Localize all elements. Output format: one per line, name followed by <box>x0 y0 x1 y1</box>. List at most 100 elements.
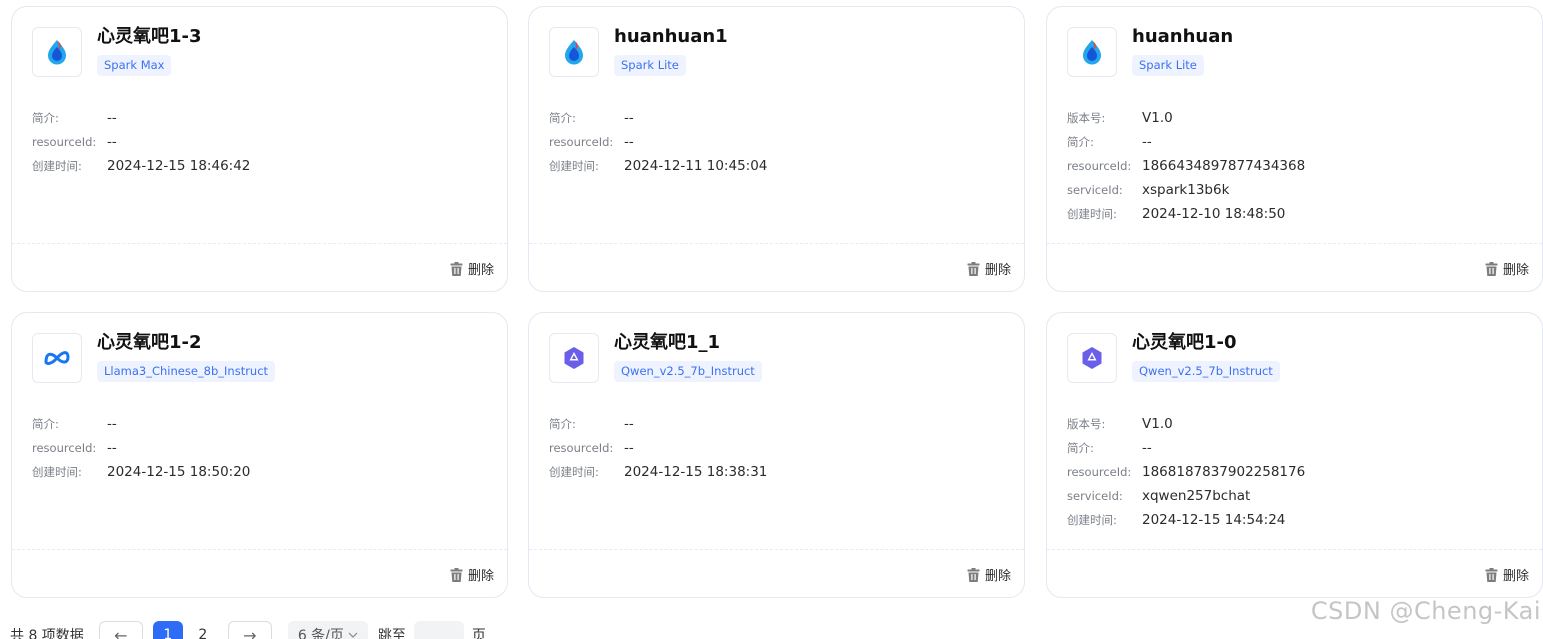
page-suffix: 页 <box>471 628 486 639</box>
model-card[interactable]: huanhuan1 Spark Lite 简介: -- resourceId: -- 创建时… <box>528 6 1025 292</box>
model-card[interactable]: 心灵氧吧1-2 Llama3_Chinese_8b_Instruct 简介: -- re… <box>11 312 508 598</box>
card-divider <box>529 243 1024 244</box>
card-info: 版本号: V1.0 简介: -- resourceId: 1868187837902258… <box>1067 412 1507 532</box>
qwen-logo-icon <box>1067 333 1117 383</box>
model-card[interactable]: 心灵氧吧1-3 Spark Max 简介: -- resourceId: -- 创建时间: 2… <box>11 6 508 292</box>
info-value: 2024-12-15 18:38:31 <box>624 464 768 480</box>
info-row: resourceId: 1866434897877434368 <box>1067 154 1507 178</box>
info-value: 2024-12-15 14:54:24 <box>1142 512 1286 528</box>
model-card[interactable]: 心灵氧吧1-0 Qwen_v2.5_7b_Instruct 版本号: V1.0 简介: -… <box>1046 312 1543 598</box>
info-label: resourceId: <box>32 135 97 149</box>
info-label: serviceId: <box>1067 183 1123 197</box>
model-tag: Qwen_v2.5_7b_Instruct <box>1132 361 1280 382</box>
info-label: 创建时间: <box>32 159 82 173</box>
info-value: -- <box>624 416 634 432</box>
prev-page-button[interactable]: ← <box>98 621 143 639</box>
info-value: 1866434897877434368 <box>1142 158 1306 174</box>
spark-logo-icon <box>32 27 82 77</box>
delete-button[interactable]: 删除 <box>1485 565 1529 584</box>
spark-logo-icon <box>549 27 599 77</box>
info-label: 创建时间: <box>32 465 82 479</box>
trash-icon <box>450 567 463 582</box>
delete-button[interactable]: 删除 <box>450 565 494 584</box>
next-page-button[interactable]: → <box>227 621 272 639</box>
model-tag: Spark Lite <box>614 55 686 76</box>
card-divider <box>12 243 507 244</box>
info-value: 2024-12-11 10:45:04 <box>624 158 768 174</box>
info-label: 简介: <box>1067 441 1094 455</box>
card-divider <box>12 549 507 550</box>
info-row: 创建时间: 2024-12-15 18:38:31 <box>549 460 989 484</box>
delete-label: 删除 <box>984 263 1011 278</box>
delete-button[interactable]: 删除 <box>967 259 1011 278</box>
card-divider <box>1047 243 1542 244</box>
info-row: resourceId: -- <box>32 436 472 460</box>
delete-button[interactable]: 删除 <box>450 259 494 278</box>
info-row: serviceId: xqwen257bchat <box>1067 484 1507 508</box>
info-row: 简介: -- <box>549 106 989 130</box>
card-divider <box>1047 549 1542 550</box>
card-info: 简介: -- resourceId: -- 创建时间: 2024-12-11 10:45:… <box>549 106 989 178</box>
info-label: resourceId: <box>1067 465 1132 479</box>
pagination: 共 8 项数据 ← 1 2 → 6 条/页 跳至 页 <box>10 620 486 639</box>
card-info: 简介: -- resourceId: -- 创建时间: 2024-12-15 18:50:… <box>32 412 472 484</box>
card-title: 心灵氧吧1-2 <box>97 332 202 353</box>
page-2-button[interactable]: 2 <box>188 621 218 639</box>
delete-label: 删除 <box>984 569 1011 584</box>
card-divider <box>529 549 1024 550</box>
card-info: 版本号: V1.0 简介: -- resourceId: 1866434897877434… <box>1067 106 1507 226</box>
info-label: 版本号: <box>1067 417 1106 431</box>
delete-label: 删除 <box>467 569 494 584</box>
card-title: 心灵氧吧1-0 <box>1132 332 1237 353</box>
info-value: -- <box>107 416 117 432</box>
info-value: 2024-12-10 18:48:50 <box>1142 206 1286 222</box>
info-value: -- <box>624 440 634 456</box>
info-value: -- <box>624 110 634 126</box>
trash-icon <box>450 261 463 276</box>
info-value: -- <box>107 134 117 150</box>
trash-icon <box>1485 567 1498 582</box>
meta-logo-icon <box>32 333 82 383</box>
info-label: resourceId: <box>32 441 97 455</box>
jump-label: 跳至 <box>377 628 406 639</box>
model-tag: Llama3_Chinese_8b_Instruct <box>97 361 276 382</box>
model-tag: Qwen_v2.5_7b_Instruct <box>614 361 762 382</box>
info-row: 创建时间: 2024-12-15 18:46:42 <box>32 154 472 178</box>
info-label: 简介: <box>549 417 576 431</box>
info-value: -- <box>107 440 117 456</box>
page-size-select[interactable]: 6 条/页 <box>287 621 368 639</box>
spark-logo-icon <box>1067 27 1117 77</box>
info-label: 简介: <box>32 111 59 125</box>
info-label: resourceId: <box>549 441 614 455</box>
info-value: xspark13b6k <box>1142 182 1230 198</box>
model-card[interactable]: 心灵氧吧1_1 Qwen_v2.5_7b_Instruct 简介: -- resourc… <box>528 312 1025 598</box>
delete-button[interactable]: 删除 <box>967 565 1011 584</box>
arrow-right-icon: → <box>243 625 257 639</box>
info-label: 创建时间: <box>1067 513 1117 527</box>
delete-button[interactable]: 删除 <box>1485 259 1529 278</box>
info-row: 简介: -- <box>549 412 989 436</box>
info-value: xqwen257bchat <box>1142 488 1251 504</box>
arrow-left-icon: ← <box>114 625 128 639</box>
delete-label: 删除 <box>467 263 494 278</box>
info-label: serviceId: <box>1067 489 1123 503</box>
info-row: serviceId: xspark13b6k <box>1067 178 1507 202</box>
page-1-button[interactable]: 1 <box>152 621 183 639</box>
info-row: 简介: -- <box>32 106 472 130</box>
info-row: 创建时间: 2024-12-15 18:50:20 <box>32 460 472 484</box>
card-info: 简介: -- resourceId: -- 创建时间: 2024-12-15 18:46:… <box>32 106 472 178</box>
info-value: -- <box>107 110 117 126</box>
info-row: resourceId: -- <box>549 436 989 460</box>
qwen-logo-icon <box>549 333 599 383</box>
card-title: huanhuan1 <box>614 26 728 47</box>
info-row: 简介: -- <box>1067 130 1507 154</box>
watermark: CSDN @Cheng-Kai <box>1310 597 1541 625</box>
delete-label: 删除 <box>1502 569 1529 584</box>
model-card[interactable]: huanhuan Spark Lite 版本号: V1.0 简介: -- resourceI… <box>1046 6 1543 292</box>
info-row: resourceId: -- <box>32 130 472 154</box>
model-tag: Spark Max <box>97 55 172 76</box>
card-title: 心灵氧吧1-3 <box>97 26 202 47</box>
total-count: 共 8 项数据 <box>10 628 84 639</box>
jump-page-input[interactable] <box>413 621 464 639</box>
info-row: resourceId: -- <box>549 130 989 154</box>
